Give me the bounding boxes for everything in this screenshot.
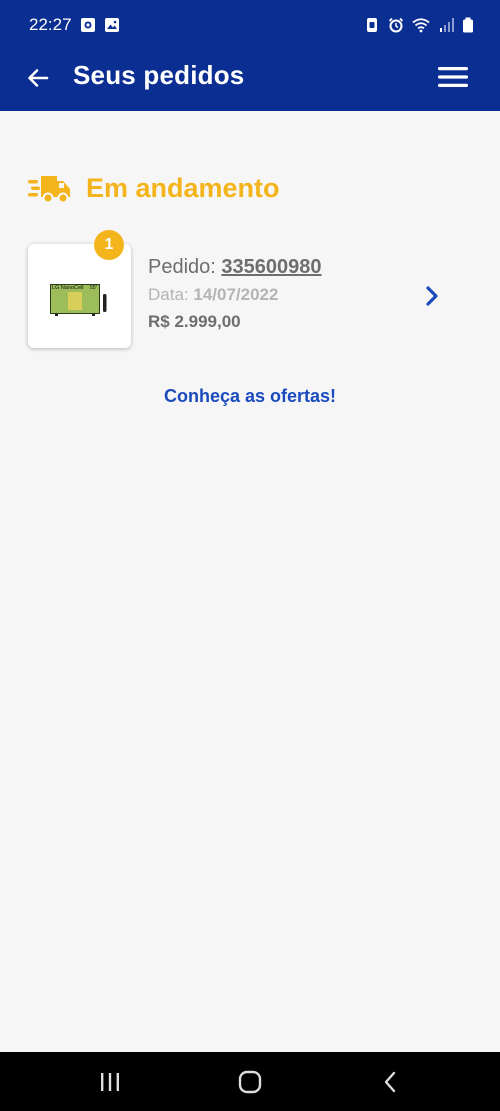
tv-product-image: LG NanoCell 55" <box>50 284 107 316</box>
nfc-icon <box>367 18 377 32</box>
quantity-badge: 1 <box>94 230 124 260</box>
order-item[interactable]: LG NanoCell 55" 1 Pedido: 335600980 Data… <box>28 228 470 352</box>
chevron-right-icon <box>426 286 438 306</box>
product-thumbnail: LG NanoCell 55" <box>28 244 131 348</box>
recents-icon <box>101 1073 119 1091</box>
nav-back-button[interactable] <box>370 1066 410 1098</box>
status-bar: 22:27 <box>0 0 500 50</box>
gallery-icon <box>104 18 119 32</box>
title-bar: Seus pedidos <box>0 50 500 106</box>
home-icon <box>238 1070 262 1094</box>
back-button[interactable] <box>24 64 52 92</box>
alarm-icon <box>388 17 404 33</box>
order-number-label: Pedido: <box>148 256 216 278</box>
signal-icon <box>440 18 454 32</box>
order-price: R$ 2.999,00 <box>148 312 241 331</box>
status-time: 22:27 <box>29 15 72 34</box>
system-nav-bar <box>0 1052 500 1111</box>
order-date-label: Data: <box>148 285 189 304</box>
section-title: Em andamento <box>86 172 280 203</box>
order-details-button[interactable] <box>421 282 443 310</box>
recents-button[interactable] <box>90 1066 130 1098</box>
section-heading: Em andamento <box>28 168 280 208</box>
home-button[interactable] <box>230 1066 270 1098</box>
order-info: Pedido: 335600980 Data: 14/07/2022 R$ 2.… <box>148 256 322 332</box>
product-size-text: 55" <box>90 285 98 291</box>
order-date: 14/07/2022 <box>193 285 279 304</box>
screen: 22:27 Seus pedidos Em andamento LG NanoC… <box>0 0 500 1111</box>
order-number[interactable]: 335600980 <box>221 256 321 278</box>
hamburger-menu-icon <box>438 67 468 87</box>
battery-icon <box>463 17 473 33</box>
menu-button[interactable] <box>437 63 469 91</box>
app-header: 22:27 Seus pedidos <box>0 0 500 111</box>
page-title: Seus pedidos <box>73 60 245 90</box>
back-icon <box>384 1071 396 1093</box>
arrow-left-icon <box>28 69 49 87</box>
delivery-truck-icon <box>28 176 70 204</box>
product-brand-text: LG NanoCell <box>52 285 84 291</box>
notification-icon <box>80 18 95 32</box>
wifi-icon <box>412 18 430 33</box>
offers-link[interactable]: Conheça as ofertas! <box>0 386 500 407</box>
